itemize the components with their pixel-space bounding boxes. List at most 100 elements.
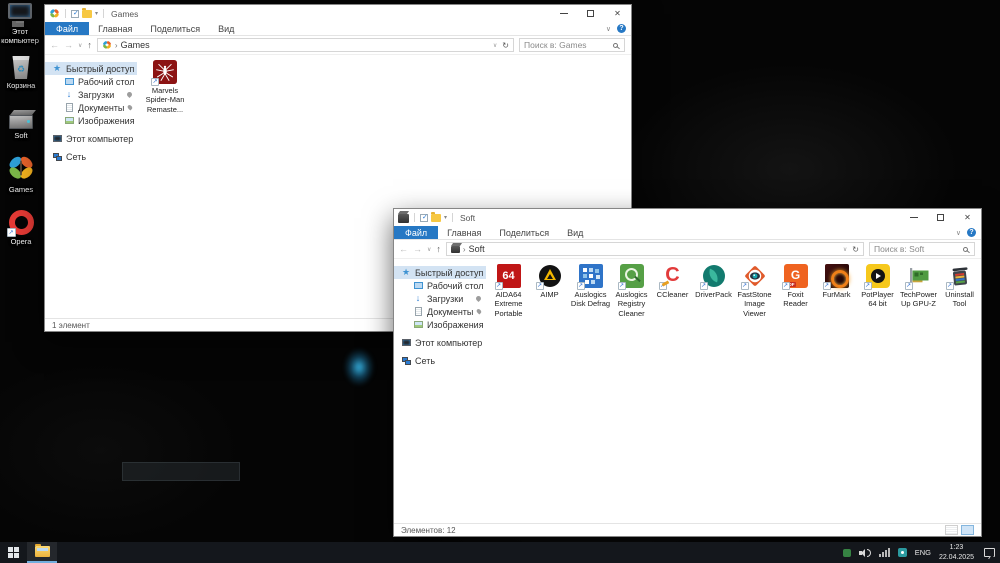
recent-locations-chevron-icon[interactable]: ∨ xyxy=(78,42,82,49)
tab-home[interactable]: Главная xyxy=(89,22,141,35)
file-label: Auslogics Disk Defrag xyxy=(570,290,611,309)
tab-view[interactable]: Вид xyxy=(558,226,592,239)
file-item-aimp[interactable]: AIMP xyxy=(529,264,570,299)
computer-icon xyxy=(8,3,32,23)
minimize-button[interactable] xyxy=(550,5,577,22)
properties-icon[interactable] xyxy=(71,9,79,18)
sidebar-item-this-pc[interactable]: Этот компьютер xyxy=(394,336,486,349)
address-dropdown-chevron-icon[interactable]: ∨ xyxy=(493,42,497,49)
new-folder-icon[interactable] xyxy=(431,211,441,222)
maximize-button[interactable] xyxy=(577,5,604,22)
sidebar-item-quick-access[interactable]: Быстрый доступ xyxy=(45,62,137,75)
sidebar-item-this-pc[interactable]: Этот компьютер xyxy=(45,132,137,145)
shortcut-arrow-icon xyxy=(781,282,790,290)
desktop-icon-recycle-bin[interactable]: ♻ Корзина xyxy=(0,56,42,90)
file-item-gpuz[interactable]: TechPower Up GPU-Z xyxy=(898,264,939,309)
sidebar-item-desktop[interactable]: Рабочий стол xyxy=(45,75,141,88)
file-item-ccleaner[interactable]: C CCleaner xyxy=(652,264,693,300)
sidebar-item-network[interactable]: Сеть xyxy=(45,150,137,163)
sidebar-item-desktop[interactable]: Рабочий стол xyxy=(394,279,490,292)
refresh-icon[interactable]: ↻ xyxy=(502,41,509,50)
file-item-potplayer[interactable]: PotPlayer 64 bit xyxy=(857,264,898,309)
file-item-spiderman[interactable]: Marvels Spider-Man Remaste... xyxy=(139,60,191,114)
tab-file[interactable]: Файл xyxy=(45,22,90,35)
close-button[interactable]: ✕ xyxy=(954,209,981,226)
up-button[interactable]: ↑ xyxy=(436,244,441,254)
back-button[interactable]: ← xyxy=(399,244,408,254)
tab-share[interactable]: Поделиться xyxy=(490,226,558,239)
forward-button[interactable]: → xyxy=(413,244,422,254)
view-details-button[interactable] xyxy=(945,525,958,535)
file-item-uninstall-tool[interactable]: Uninstall Tool xyxy=(939,264,980,309)
sidebar-item-downloads[interactable]: Загрузки xyxy=(394,292,486,305)
back-button[interactable]: ← xyxy=(50,40,59,50)
file-item-aida64[interactable]: 64 AIDA64 Extreme Portable xyxy=(488,264,529,318)
drive-app-icon xyxy=(398,214,409,223)
title-bar[interactable]: ▾ Soft ✕ xyxy=(394,209,981,226)
sidebar-item-pictures[interactable]: Изображения xyxy=(45,114,141,127)
address-bar[interactable]: › Soft ∨ ↻ xyxy=(445,242,864,256)
start-button[interactable] xyxy=(0,542,27,563)
network-icon[interactable] xyxy=(878,548,890,557)
tray-app-icon[interactable] xyxy=(897,548,907,557)
minimize-button[interactable] xyxy=(900,209,927,226)
tab-file[interactable]: Файл xyxy=(394,226,439,239)
sidebar-item-documents[interactable]: Документы xyxy=(394,305,486,318)
sidebar-item-network[interactable]: Сеть xyxy=(394,354,486,367)
tab-view[interactable]: Вид xyxy=(209,22,243,35)
desktop-icon-soft[interactable]: Soft xyxy=(0,108,42,140)
volume-icon[interactable] xyxy=(858,548,871,558)
file-item-foxit[interactable]: GPDF Foxit Reader xyxy=(775,264,816,309)
clock[interactable]: 1:23 22.04.2025 xyxy=(939,543,974,561)
file-item-registry-cleaner[interactable]: Auslogics Registry Cleaner xyxy=(611,264,652,318)
shortcut-arrow-icon xyxy=(151,78,159,86)
title-bar[interactable]: ▾ Games ✕ xyxy=(45,5,631,22)
refresh-icon[interactable]: ↻ xyxy=(852,245,859,254)
sidebar-item-documents[interactable]: Документы xyxy=(45,101,137,114)
breadcrumb[interactable]: Soft xyxy=(469,244,485,254)
file-item-disk-defrag[interactable]: Auslogics Disk Defrag xyxy=(570,264,611,309)
soft-explorer-window: ▾ Soft ✕ Файл Главная Поделиться Вид ∨ ?… xyxy=(393,208,982,537)
sidebar-item-quick-access[interactable]: Быстрый доступ xyxy=(394,266,486,279)
file-item-furmark[interactable]: FurMark xyxy=(816,264,857,299)
sidebar-item-downloads[interactable]: Загрузки xyxy=(45,88,137,101)
search-placeholder: Поиск в: Games xyxy=(524,40,587,50)
search-box[interactable]: Поиск в: Soft xyxy=(869,242,975,256)
language-indicator[interactable]: ENG xyxy=(915,548,931,557)
help-icon[interactable]: ? xyxy=(617,24,626,33)
tab-home[interactable]: Главная xyxy=(438,226,490,239)
up-button[interactable]: ↑ xyxy=(87,40,92,50)
close-button[interactable]: ✕ xyxy=(604,5,631,22)
desktop-icon-opera[interactable]: Opera xyxy=(0,210,42,246)
forward-button[interactable]: → xyxy=(64,40,73,50)
recent-locations-chevron-icon[interactable]: ∨ xyxy=(427,246,431,253)
file-label: FastStone Image Viewer xyxy=(737,290,772,318)
drive-icon xyxy=(9,115,33,129)
new-folder-icon[interactable] xyxy=(82,7,92,18)
view-thumbnails-button[interactable] xyxy=(961,525,974,535)
desktop-icon-games[interactable]: Games xyxy=(0,153,42,194)
address-dropdown-chevron-icon[interactable]: ∨ xyxy=(843,246,847,253)
desktop-icon-this-pc[interactable]: Этот компьютер xyxy=(0,3,41,45)
customize-toolbar-chevron-icon[interactable]: ▾ xyxy=(444,214,447,221)
address-bar[interactable]: › Games ∨ ↻ xyxy=(96,38,514,52)
taskbar-file-explorer-button[interactable] xyxy=(27,542,57,563)
customize-toolbar-chevron-icon[interactable]: ▾ xyxy=(95,10,98,17)
tab-share[interactable]: Поделиться xyxy=(141,22,209,35)
action-center-icon[interactable] xyxy=(984,548,995,557)
maximize-button[interactable] xyxy=(927,209,954,226)
expand-ribbon-chevron-icon[interactable]: ∨ xyxy=(606,25,611,33)
hidden-app-icon[interactable] xyxy=(842,548,851,557)
furmark-icon xyxy=(822,264,849,290)
sidebar-item-pictures[interactable]: Изображения xyxy=(394,318,490,331)
recycle-bin-icon: ♻ xyxy=(12,56,30,79)
expand-ribbon-chevron-icon[interactable]: ∨ xyxy=(956,229,961,237)
help-icon[interactable]: ? xyxy=(967,228,976,237)
properties-icon[interactable] xyxy=(420,213,428,222)
file-label: FurMark xyxy=(822,290,851,299)
file-item-faststone[interactable]: FastStone Image Viewer xyxy=(734,264,775,318)
file-item-driverpack[interactable]: DriverPack xyxy=(693,264,734,299)
search-box[interactable]: Поиск в: Games xyxy=(519,38,625,52)
pin-icon xyxy=(476,308,483,315)
breadcrumb[interactable]: Games xyxy=(121,40,150,50)
